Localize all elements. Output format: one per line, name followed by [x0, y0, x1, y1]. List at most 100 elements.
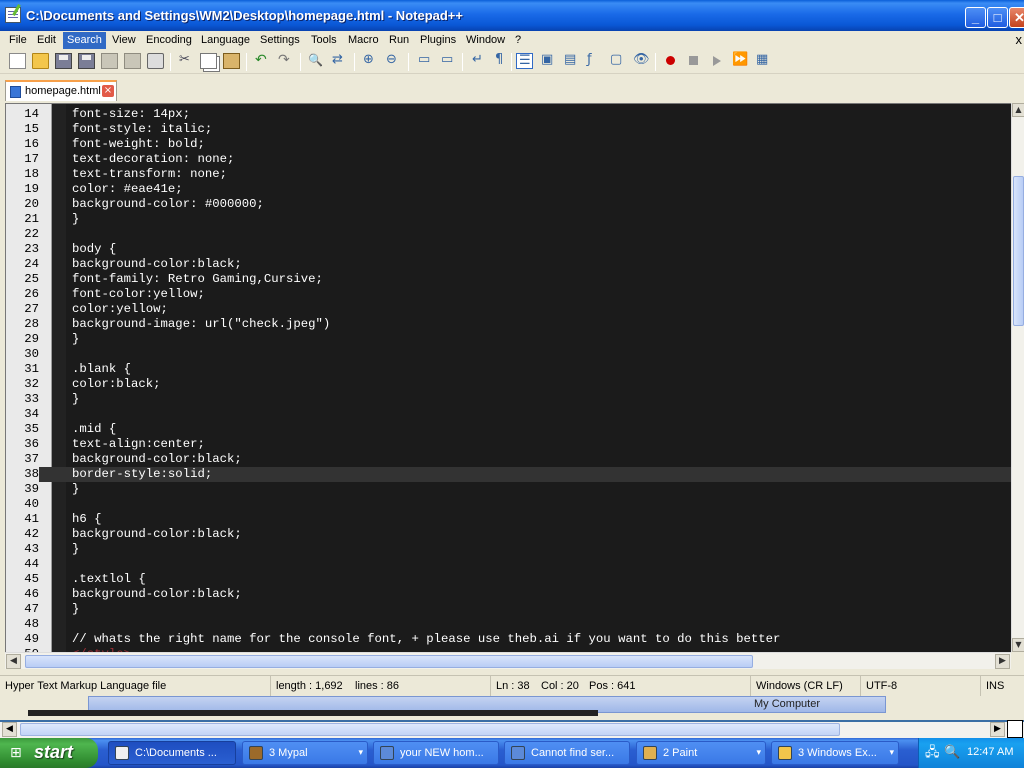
task-your-new-homepage[interactable]: your NEW hom...: [373, 741, 499, 765]
code-line[interactable]: 42 background-color:black;: [6, 527, 1011, 542]
code-line[interactable]: 19 color: #eae41e;: [6, 182, 1011, 197]
clock[interactable]: 12:47 AM: [967, 746, 1013, 758]
notepad-app-icon[interactable]: [5, 7, 21, 23]
scroll-right-arrow-icon[interactable]: ▶: [995, 654, 1010, 669]
line-text[interactable]: .textlol {: [72, 572, 146, 587]
open-file-icon[interactable]: [32, 53, 49, 69]
line-text[interactable]: color:black;: [72, 377, 161, 392]
menu-encoding[interactable]: Encoding: [142, 32, 196, 49]
menu-window[interactable]: Window: [462, 32, 509, 49]
paste-icon[interactable]: [223, 53, 240, 69]
code-line[interactable]: 36 text-align:center;: [6, 437, 1011, 452]
sync-vertical-icon[interactable]: [416, 52, 433, 69]
menu-run[interactable]: Run: [385, 32, 413, 49]
line-text[interactable]: .mid {: [72, 422, 116, 437]
code-line[interactable]: 43}: [6, 542, 1011, 557]
undo-icon[interactable]: [253, 52, 270, 69]
code-line[interactable]: 17 text-decoration: none;: [6, 152, 1011, 167]
tab-close-icon[interactable]: ×: [102, 85, 114, 97]
code-line[interactable]: 40: [6, 497, 1011, 512]
line-text[interactable]: font-weight: bold;: [72, 137, 205, 152]
find-icon[interactable]: [307, 53, 324, 69]
line-text[interactable]: text-align:center;: [72, 437, 205, 452]
code-line[interactable]: 31 .blank {: [6, 362, 1011, 377]
code-line[interactable]: 28 background-image: url("check.jpeg"): [6, 317, 1011, 332]
code-line[interactable]: 25 font-family: Retro Gaming,Cursive;: [6, 272, 1011, 287]
horizontal-scrollbar[interactable]: ◀ ▶: [5, 652, 1011, 669]
sync-horizontal-icon[interactable]: [439, 52, 456, 69]
line-text[interactable]: background-image: url("check.jpeg"): [72, 317, 330, 332]
line-text[interactable]: .blank {: [72, 362, 131, 377]
record-macro-icon[interactable]: [662, 53, 679, 69]
scroll-left-arrow-icon[interactable]: ◀: [6, 654, 21, 669]
save-icon[interactable]: [55, 53, 72, 69]
line-text[interactable]: }: [72, 482, 79, 497]
code-line[interactable]: 16 font-weight: bold;: [6, 137, 1011, 152]
line-text[interactable]: }: [72, 212, 79, 227]
code-line[interactable]: 45 .textlol {: [6, 572, 1011, 587]
replace-icon[interactable]: [330, 52, 347, 69]
search-icon[interactable]: 🔍: [944, 745, 960, 761]
code-line[interactable]: 20 background-color: #000000;: [6, 197, 1011, 212]
menu-settings[interactable]: Settings: [256, 32, 304, 49]
scroll-left-arrow-icon[interactable]: ◀: [2, 722, 17, 737]
line-text[interactable]: font-family: Retro Gaming,Cursive;: [72, 272, 323, 287]
close-document-button[interactable]: x: [1016, 31, 1023, 49]
code-line[interactable]: 23 body {: [6, 242, 1011, 257]
task-paint[interactable]: 2 Paint ▾: [636, 741, 766, 765]
code-line[interactable]: 32 color:black;: [6, 377, 1011, 392]
code-line[interactable]: 21}: [6, 212, 1011, 227]
scroll-right-arrow-icon[interactable]: ▶: [990, 722, 1005, 737]
line-text[interactable]: background-color: #000000;: [72, 197, 264, 212]
cut-icon[interactable]: [177, 52, 194, 69]
code-line[interactable]: 26 font-color:yellow;: [6, 287, 1011, 302]
folder-as-workspace-icon[interactable]: [608, 52, 625, 69]
playback-macro-icon[interactable]: [708, 53, 725, 69]
line-text[interactable]: h6 {: [72, 512, 102, 527]
user-defined-dialog-icon[interactable]: [539, 52, 556, 69]
line-text[interactable]: background-color:black;: [72, 452, 242, 467]
run-macro-multiple-icon[interactable]: [731, 52, 748, 69]
stop-recording-icon[interactable]: [685, 53, 702, 69]
menu-macro[interactable]: Macro: [344, 32, 383, 49]
line-text[interactable]: color: #eae41e;: [72, 182, 183, 197]
line-text[interactable]: font-size: 14px;: [72, 107, 190, 122]
zoom-out-icon[interactable]: [384, 52, 401, 69]
start-button[interactable]: ⊞ start: [0, 738, 98, 768]
close-button[interactable]: ✕: [1009, 7, 1024, 28]
code-line[interactable]: 18 text-transform: none;: [6, 167, 1011, 182]
menu-help[interactable]: ?: [511, 32, 525, 49]
line-text[interactable]: text-transform: none;: [72, 167, 227, 182]
code-line[interactable]: 27 color:yellow;: [6, 302, 1011, 317]
print-icon[interactable]: [147, 53, 164, 69]
close-file-icon[interactable]: [101, 53, 118, 69]
scroll-up-arrow-icon[interactable]: ▲: [1012, 103, 1024, 117]
word-wrap-icon[interactable]: [470, 52, 487, 69]
vertical-scroll-thumb[interactable]: [1013, 176, 1024, 326]
code-line[interactable]: 30: [6, 347, 1011, 362]
new-file-icon[interactable]: [9, 53, 26, 69]
show-all-characters-icon[interactable]: [493, 52, 510, 69]
save-all-icon[interactable]: [78, 53, 95, 69]
line-text[interactable]: }: [72, 332, 79, 347]
line-text[interactable]: font-color:yellow;: [72, 287, 205, 302]
horizontal-scroll-thumb[interactable]: [25, 655, 753, 668]
task-cannot-find-server[interactable]: Cannot find ser...: [504, 741, 630, 765]
code-line[interactable]: 46 background-color:black;: [6, 587, 1011, 602]
line-text[interactable]: }: [72, 602, 79, 617]
code-line[interactable]: 34: [6, 407, 1011, 422]
code-line[interactable]: 41 h6 {: [6, 512, 1011, 527]
code-line[interactable]: 47}: [6, 602, 1011, 617]
vertical-scrollbar[interactable]: ▲ ▼: [1011, 103, 1024, 652]
close-all-icon[interactable]: [124, 53, 141, 69]
save-macro-icon[interactable]: [754, 52, 771, 69]
code-line[interactable]: 48: [6, 617, 1011, 632]
task-mypal[interactable]: 3 Mypal ▾: [242, 741, 368, 765]
code-line[interactable]: 35 .mid {: [6, 422, 1011, 437]
menu-view[interactable]: View: [108, 32, 140, 49]
line-text[interactable]: background-color:black;: [72, 257, 242, 272]
code-line[interactable]: 33}: [6, 392, 1011, 407]
menu-file[interactable]: File: [5, 32, 31, 49]
background-horizontal-scrollbar[interactable]: ◀ ▶: [0, 722, 1024, 738]
scroll-down-arrow-icon[interactable]: ▼: [1012, 638, 1024, 652]
